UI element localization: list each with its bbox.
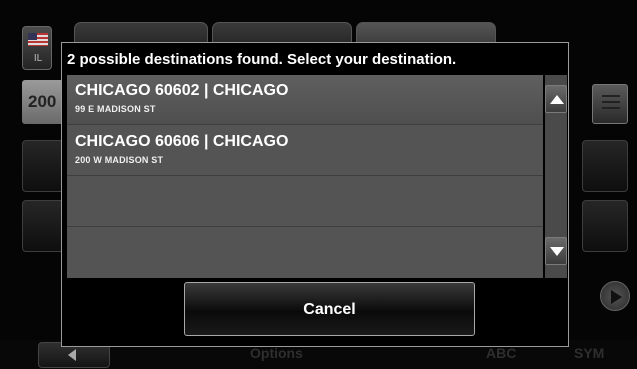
destination-list: CHICAGO 60602 | CHICAGO 99 E MADISON ST …: [67, 75, 543, 278]
triangle-up-icon: [550, 95, 564, 104]
arrow-left-icon: [68, 349, 76, 361]
list-view-icon: [602, 95, 620, 97]
scroll-down-button[interactable]: [545, 237, 567, 265]
scroll-up-button[interactable]: [545, 85, 567, 113]
dialog-title: 2 possible destinations found. Select yo…: [67, 51, 457, 68]
cancel-label: Cancel: [303, 301, 356, 318]
list-scrollbar[interactable]: [545, 75, 567, 278]
destination-dialog: 2 possible destinations found. Select yo…: [61, 42, 569, 347]
keyboard-key[interactable]: [582, 140, 628, 192]
triangle-down-icon: [550, 247, 564, 256]
list-item-empty: [67, 228, 543, 278]
cancel-button[interactable]: Cancel: [184, 282, 475, 336]
list-item-empty: [67, 177, 543, 227]
arrow-right-icon: [611, 290, 622, 304]
abc-button[interactable]: ABC: [486, 345, 516, 361]
destination-address: 99 E MADISON ST: [75, 104, 156, 114]
next-button[interactable]: [600, 281, 630, 311]
keyboard-key[interactable]: [582, 200, 628, 252]
address-input-text: 200: [28, 92, 57, 111]
list-view-button[interactable]: [592, 84, 628, 124]
state-label: IL: [33, 53, 43, 64]
list-item[interactable]: CHICAGO 60602 | CHICAGO 99 E MADISON ST: [67, 75, 543, 125]
destination-name: CHICAGO 60606 | CHICAGO: [75, 133, 289, 150]
list-item[interactable]: CHICAGO 60606 | CHICAGO 200 W MADISON ST: [67, 126, 543, 176]
destination-name: CHICAGO 60602 | CHICAGO: [75, 82, 289, 99]
sym-button[interactable]: SYM: [574, 345, 604, 361]
country-flag-button[interactable]: IL: [22, 26, 52, 70]
destination-address: 200 W MADISON ST: [75, 155, 164, 165]
options-button[interactable]: Options: [250, 345, 303, 361]
